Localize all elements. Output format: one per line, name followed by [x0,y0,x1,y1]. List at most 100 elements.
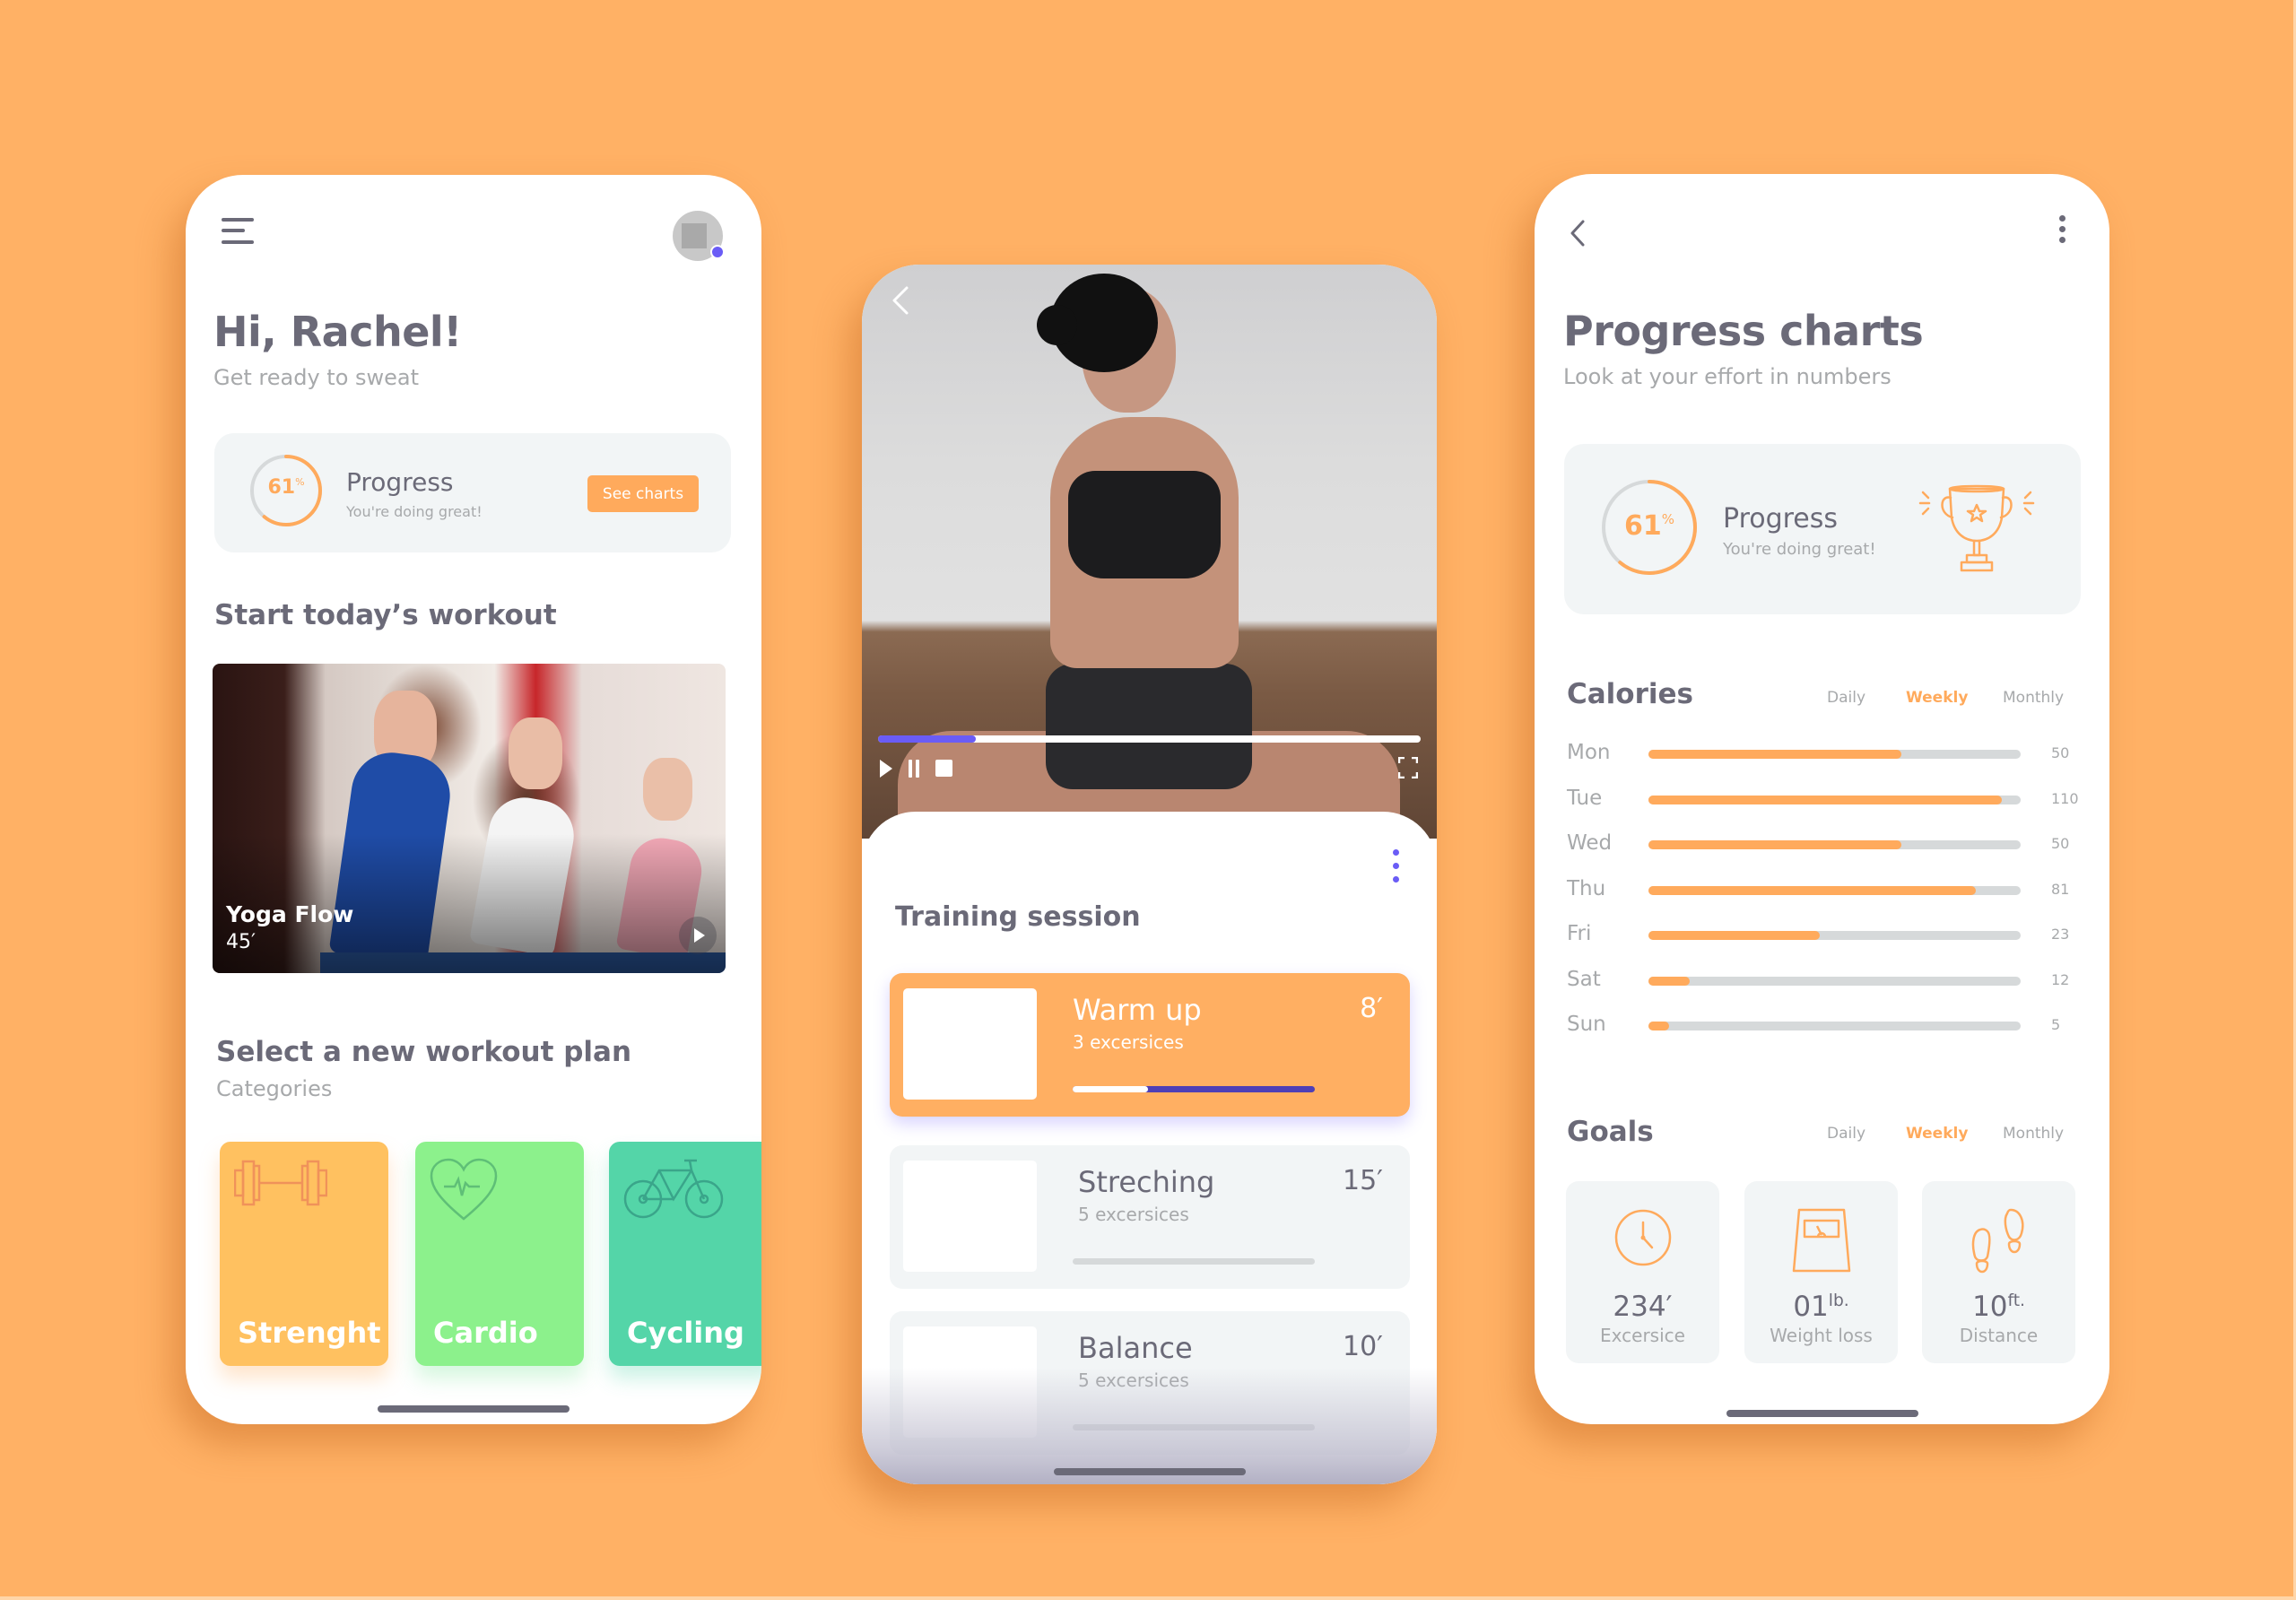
calories-value-label: 81 [2051,880,2070,898]
greeting: Hi, Rachel! [213,308,462,356]
session-item-count: 3 excersices [1073,1031,1184,1053]
scale-icon [1792,1208,1850,1273]
calories-row-sat: Sat 12 [1567,968,2069,995]
calories-bar [1648,795,2003,804]
calories-row-mon: Mon 50 [1567,741,2069,768]
goal-card-distance[interactable]: 10ft. Distance [1922,1181,2075,1363]
back-icon[interactable] [1569,219,1587,248]
bicycle-icon [623,1159,724,1219]
session-item-name: Warm up [1073,993,1202,1027]
goal-card-exercise[interactable]: 234′ Excersice [1566,1181,1719,1363]
progress-percent: 61% [1623,510,1674,542]
progress-percent: 61% [267,476,305,499]
goal-label: Weight loss [1770,1325,1873,1346]
session-item-name: Streching [1078,1165,1215,1199]
calories-value-label: 23 [2051,926,2070,943]
hamburger-menu-icon[interactable] [222,215,257,246]
footsteps-icon [1971,1208,2023,1274]
video-progress-bar[interactable] [878,735,1421,743]
calories-bar [1648,840,1902,849]
calories-row-thu: Thu 81 [1567,877,2069,904]
session-item-duration: 10′ [1343,1331,1383,1362]
category-cycling[interactable]: Cycling [609,1142,761,1366]
goals-heading: Goals [1567,1116,1654,1148]
page-title: Progress charts [1563,307,1924,355]
category-label: Cycling [627,1316,744,1350]
category-cardio[interactable]: Cardio [415,1142,584,1366]
featured-workout-card[interactable]: Yoga Flow 45′ [213,664,726,973]
pause-icon[interactable] [907,760,921,778]
heart-pulse-icon [430,1158,498,1221]
stop-icon[interactable] [935,760,952,777]
calories-tab-monthly[interactable]: Monthly [2003,689,2064,707]
home-indicator[interactable] [1054,1468,1246,1475]
goal-value: 01lb. [1793,1291,1849,1323]
training-session-screen: Training session Warm up 3 excersices 8′… [862,265,1437,1484]
calories-value-label: 50 [2051,744,2070,761]
home-indicator[interactable] [378,1405,570,1413]
progress-card: 61% Progress You're doing great! [1564,444,2081,614]
calories-row-fri: Fri 23 [1567,922,2069,949]
calories-day-label: Mon [1567,741,1611,764]
calories-tab-weekly[interactable]: Weekly [1906,689,1968,707]
calories-bar [1648,885,1977,895]
calories-day-label: Wed [1567,831,1613,855]
session-title: Training session [895,901,1141,933]
calories-day-label: Tue [1567,786,1603,810]
calories-bar-track [1648,750,2021,759]
calories-bar-track [1648,1022,2021,1030]
more-options-icon[interactable] [1393,849,1400,885]
goal-label: Excersice [1600,1325,1685,1346]
see-charts-button[interactable]: See charts [587,475,699,512]
play-icon[interactable] [880,760,892,778]
session-thumbnail [903,1161,1037,1272]
goals-tab-monthly[interactable]: Monthly [2003,1125,2064,1143]
session-thumbnail [903,1326,1037,1438]
trophy-icon [1918,484,2035,572]
dumbbell-icon [234,1160,327,1206]
more-options-icon[interactable] [2059,215,2066,251]
video-player[interactable] [862,265,1437,839]
calories-bar-track [1648,885,2021,895]
session-thumbnail [903,988,1037,1100]
back-icon[interactable] [889,284,912,317]
calories-row-wed: Wed 50 [1567,831,2069,858]
workout-title: Yoga Flow [226,901,354,927]
category-strength[interactable]: Strenght [220,1142,388,1366]
progress-charts-screen: Progress charts Look at your effort in n… [1535,174,2109,1424]
goals-tab-weekly[interactable]: Weekly [1906,1125,1968,1143]
calories-bar-track [1648,795,2021,804]
session-item-streching[interactable]: Streching 5 excersices 15′ [890,1145,1410,1289]
calories-bar [1648,976,1690,986]
session-item-name: Balance [1078,1331,1193,1365]
calories-bar [1648,750,1902,759]
session-item-warm-up[interactable]: Warm up 3 excersices 8′ [890,973,1410,1117]
calories-row-sun: Sun 5 [1567,1013,2069,1039]
home-screen: Hi, Rachel! Get ready to sweat 61% Progr… [186,175,761,1424]
video-progress-fill [878,735,976,743]
calories-tab-daily[interactable]: Daily [1827,689,1866,707]
session-item-progress [1073,1258,1315,1265]
calories-heading: Calories [1567,678,1693,710]
goal-card-weight-loss[interactable]: 01lb. Weight loss [1744,1181,1898,1363]
calories-day-label: Sat [1567,967,1601,991]
session-item-progress [1073,1424,1315,1430]
session-panel: Training session Warm up 3 excersices 8′… [862,812,1437,1484]
session-item-duration: 8′ [1360,993,1383,1024]
calories-bar [1648,931,1820,940]
category-label: Cardio [433,1316,538,1350]
calories-bar-track [1648,931,2021,940]
workout-duration: 45′ [226,931,256,953]
goals-tab-daily[interactable]: Daily [1827,1125,1866,1143]
calories-bar-track [1648,840,2021,849]
plan-subheading: Categories [216,1076,333,1101]
progress-message: You're doing great! [346,503,483,520]
fullscreen-icon[interactable] [1398,757,1418,778]
page-subtitle: Look at your effort in numbers [1563,364,1892,389]
video-frame-detail [1046,664,1252,789]
home-indicator[interactable] [1726,1410,1918,1417]
goal-value: 10ft. [1972,1291,2025,1323]
play-icon[interactable] [679,917,717,954]
goal-label: Distance [1959,1325,2039,1346]
session-item-balance[interactable]: Balance 5 excersices 10′ [890,1311,1410,1455]
